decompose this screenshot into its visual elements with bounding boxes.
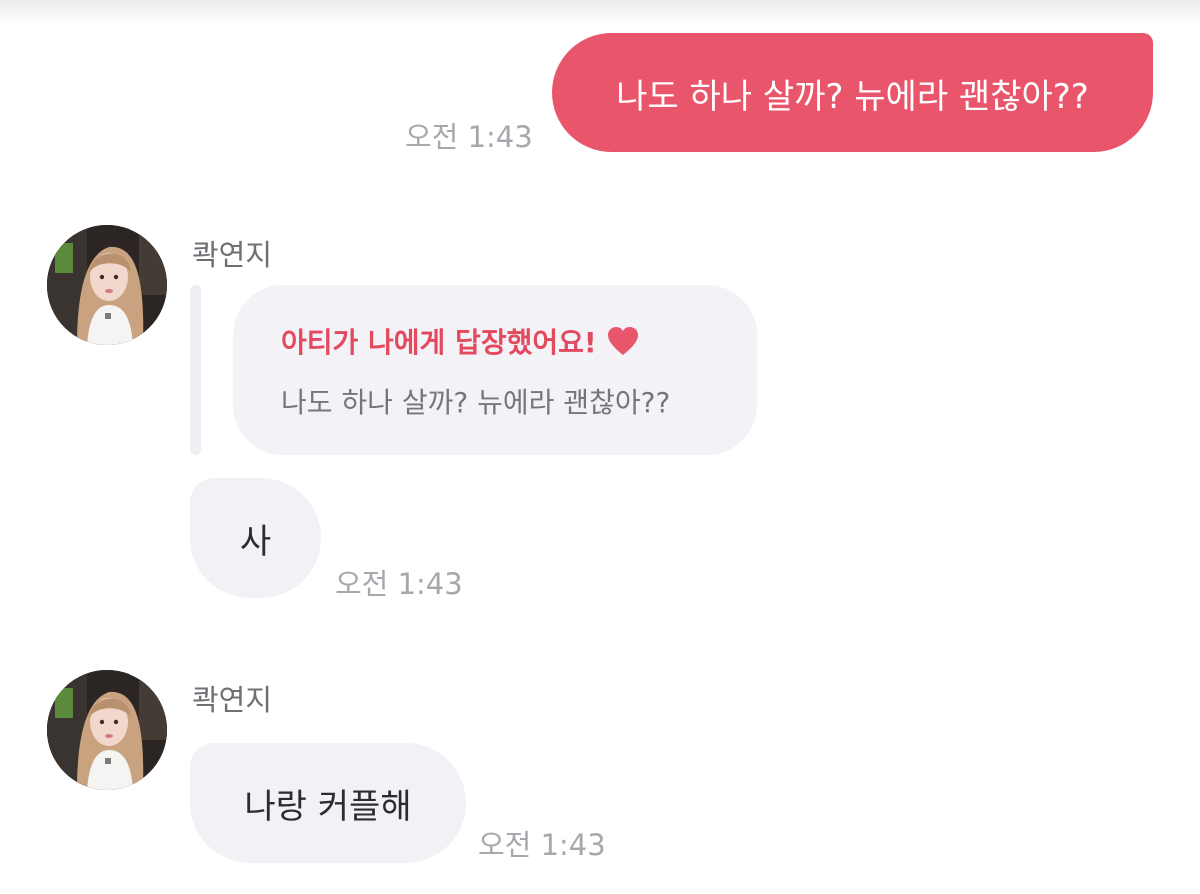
avatar-photo [47,670,167,790]
outgoing-message-time: 오전 1:43 [405,120,533,154]
reply-title-text: 아티가 나에게 답장했어요! [281,326,597,359]
sender-avatar[interactable] [47,225,167,345]
top-fade [0,0,1200,26]
outgoing-message-bubble[interactable]: 나도 하나 살까? 뉴에라 괜찮아?? [552,33,1153,152]
sender-name: 콱연지 [192,238,273,272]
incoming-message-bubble[interactable]: 사 [190,478,321,598]
reply-indicator-bar [190,285,201,455]
reply-quoted-text: 나도 하나 살까? 뉴에라 괜찮아?? [281,386,671,419]
incoming-message-time: 오전 1:43 [335,567,463,601]
avatar-photo [47,225,167,345]
chat-screen: 나도 하나 살까? 뉴에라 괜찮아?? 오전 1:43 콱연지 아티가 나에게 … [0,0,1200,894]
reply-title: 아티가 나에게 답장했어요! [281,321,639,361]
incoming-message-text: 나랑 커플해 [244,786,412,827]
incoming-message-bubble[interactable]: 나랑 커플해 [190,743,466,863]
heart-icon [607,326,639,356]
sender-avatar[interactable] [47,670,167,790]
reply-card[interactable]: 아티가 나에게 답장했어요! 나도 하나 살까? 뉴에라 괜찮아?? [233,285,757,455]
sender-name: 콱연지 [192,683,273,717]
incoming-message-text: 사 [239,521,272,562]
incoming-message-time: 오전 1:43 [478,828,606,862]
outgoing-message-text: 나도 하나 살까? 뉴에라 괜찮아?? [616,77,1089,117]
